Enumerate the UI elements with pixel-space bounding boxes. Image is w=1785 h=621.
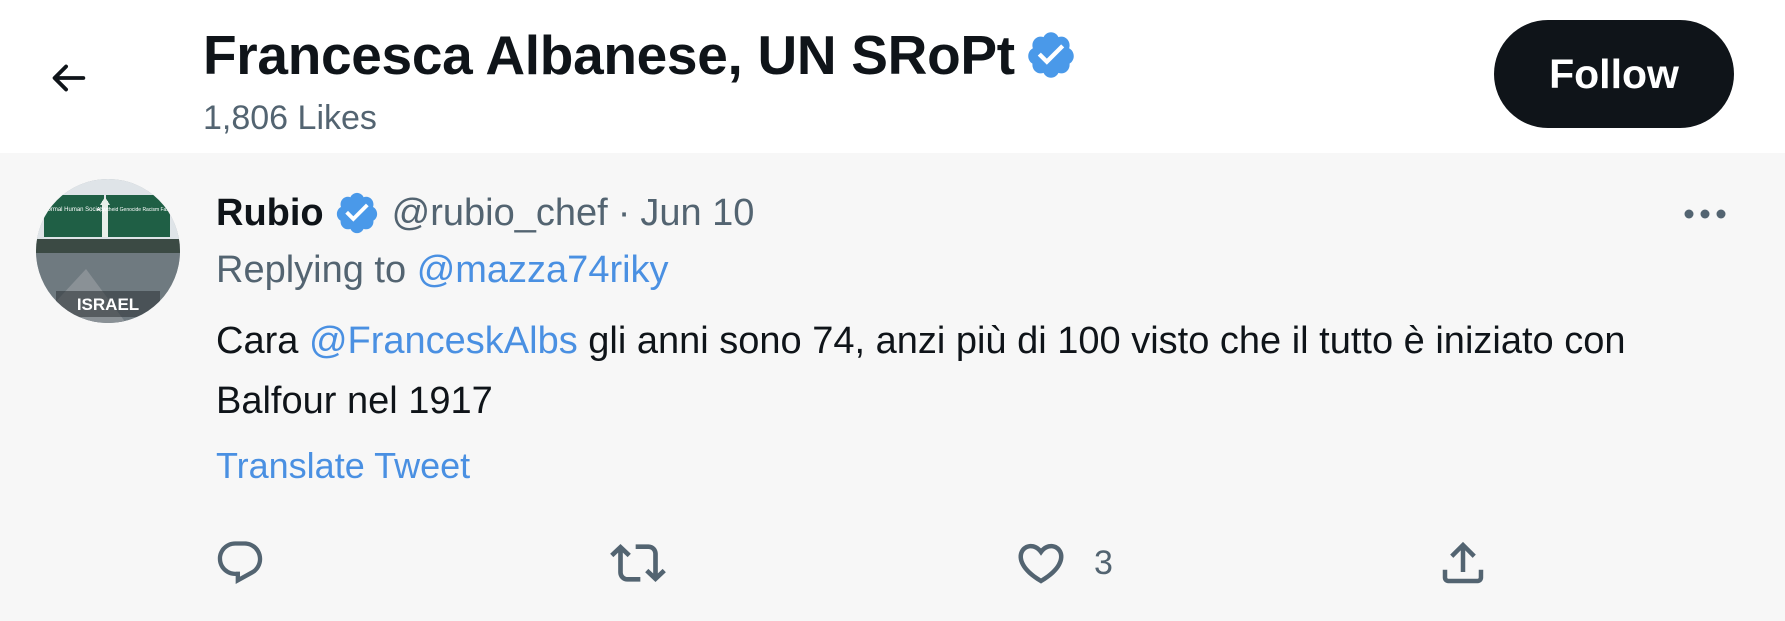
avatar-sign-right: Apartheid Genocide Racism Fascism <box>97 207 179 213</box>
tweet-text: Cara @FranceskAlbs gli anni sono 74, anz… <box>216 311 1676 431</box>
verified-badge-icon <box>1025 29 1077 81</box>
follow-button[interactable]: Follow <box>1494 20 1734 128</box>
tweet-text-prefix: Cara <box>216 320 299 362</box>
reply-icon <box>217 541 263 585</box>
translate-tweet-link[interactable]: Translate Tweet <box>216 445 470 487</box>
verified-badge-icon <box>334 190 380 236</box>
avatar-sign-left: Normal Human Society <box>43 207 105 213</box>
tweet-header: Rubio @rubio_chef · Jun 10 <box>216 183 754 243</box>
replying-to-line: Replying to @mazza74riky <box>216 249 669 292</box>
heart-icon <box>1018 543 1064 584</box>
mention-link[interactable]: @FranceskAlbs <box>309 320 578 362</box>
more-icon <box>1684 209 1726 219</box>
reply-button[interactable] <box>214 523 266 603</box>
replying-to-label: Replying to <box>216 249 407 291</box>
share-icon <box>1442 541 1484 584</box>
replying-to-link[interactable]: @mazza74riky <box>417 249 669 291</box>
retweet-icon <box>610 544 666 582</box>
arrow-left-icon <box>52 64 86 92</box>
avatar[interactable]: Normal Human Society Apartheid Genocide … <box>36 179 180 323</box>
share-button[interactable] <box>1436 523 1490 603</box>
tweet-actions: 3 <box>0 523 1785 603</box>
profile-header: Francesca Albanese, UN SRoPt 1,806 Likes… <box>0 0 1785 153</box>
avatar-caption: ISRAEL <box>77 295 139 314</box>
tweet-date[interactable]: Jun 10 <box>640 192 754 235</box>
tweet[interactable]: Normal Human Society Apartheid Genocide … <box>0 153 1785 621</box>
author-handle[interactable]: @rubio_chef <box>392 192 608 235</box>
likes-count: 1,806 Likes <box>203 99 377 137</box>
like-count: 3 <box>1094 543 1113 582</box>
separator-dot: · <box>617 191 631 234</box>
retweet-button[interactable] <box>610 523 666 603</box>
like-button[interactable]: 3 <box>1014 523 1113 603</box>
more-options-button[interactable] <box>1680 189 1730 239</box>
profile-name: Francesca Albanese, UN SRoPt <box>203 24 1015 86</box>
profile-title-row: Francesca Albanese, UN SRoPt <box>203 20 1077 90</box>
back-button[interactable] <box>30 40 106 116</box>
author-name[interactable]: Rubio <box>216 192 324 235</box>
